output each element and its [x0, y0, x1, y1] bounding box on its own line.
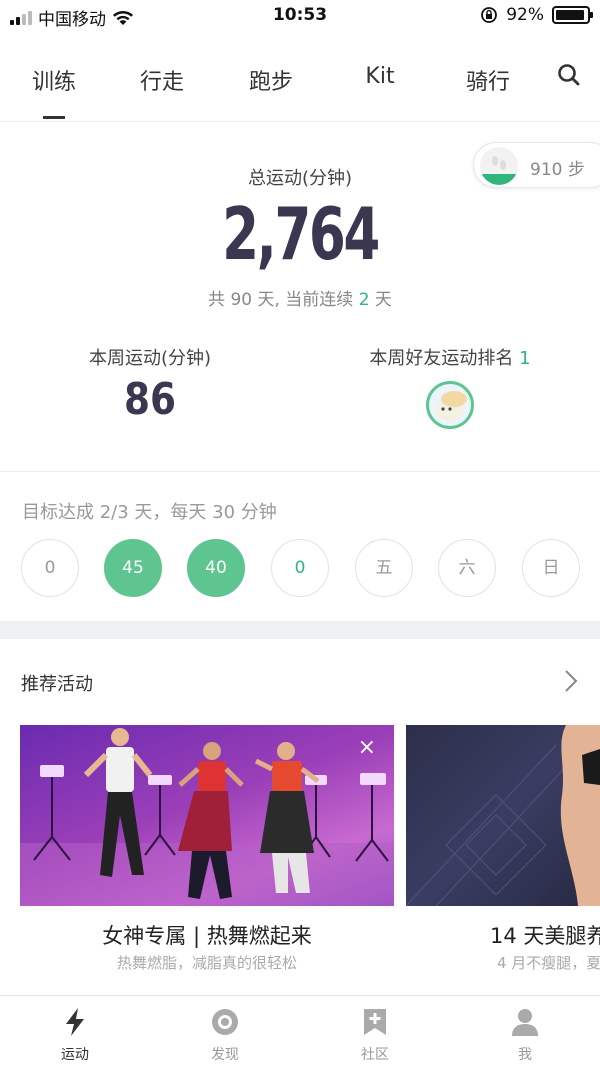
legs-cover-image — [406, 725, 600, 906]
card-title-legs[interactable]: 14 天美腿养 — [490, 920, 600, 950]
tab-indicator — [43, 116, 65, 119]
nav-me-label: 我 — [518, 1047, 532, 1063]
tab-training[interactable]: 训练 — [32, 64, 76, 96]
total-exercise-label: 总运动(分钟) — [247, 168, 353, 189]
days-suffix: 天 — [369, 290, 392, 310]
day-circle-tue[interactable]: 45 — [104, 539, 162, 597]
day-circle-wed[interactable]: 40 — [187, 539, 245, 597]
card-subtitle-legs: 4 月不瘦腿，夏 — [497, 954, 600, 972]
day-circle-fri[interactable]: 五 — [355, 539, 413, 597]
community-icon — [364, 1009, 386, 1035]
tab-kit[interactable]: Kit — [365, 64, 394, 89]
nav-exercise-label: 运动 — [61, 1047, 89, 1063]
nav-community[interactable]: 社区 — [325, 1006, 425, 1064]
day-circle-sun[interactable]: 日 — [522, 539, 580, 597]
battery-percent: 92% — [506, 5, 544, 25]
nav-community-label: 社区 — [361, 1047, 389, 1063]
rank-value: 1 — [519, 348, 531, 369]
profile-icon — [512, 1009, 538, 1036]
activity-card-legs[interactable] — [406, 725, 600, 906]
goal-summary: 目标达成 2/3 天，每天 30 分钟 — [22, 502, 277, 523]
week-exercise-value: 86 — [123, 374, 177, 425]
day-circle-mon[interactable]: 0 — [21, 539, 79, 597]
tab-cycling[interactable]: 骑行 — [466, 64, 510, 96]
rotation-lock-icon — [481, 7, 498, 23]
close-icon[interactable]: × — [358, 737, 376, 759]
status-bar: 中国移动 10:53 92% — [0, 0, 600, 32]
recommend-title: 推荐活动 — [21, 674, 93, 695]
card-title-dance[interactable]: 女神专属 | 热舞燃起来 — [102, 920, 311, 950]
nav-discover-label: 发现 — [211, 1047, 239, 1063]
section-divider — [0, 471, 600, 472]
bottom-nav: 运动 发现 社区 我 — [0, 995, 600, 1067]
chevron-right-icon[interactable] — [564, 668, 578, 694]
card-subtitle-dance: 热舞燃脂，减脂真的很轻松 — [116, 954, 298, 972]
friend-rank-label: 本周好友运动排名 1 — [369, 344, 530, 370]
nav-exercise[interactable]: 运动 — [25, 1006, 125, 1064]
discover-icon — [212, 1009, 238, 1035]
nav-me[interactable]: 我 — [475, 1006, 575, 1064]
day-circle-sat[interactable]: 六 — [438, 539, 496, 597]
friend-avatar[interactable] — [426, 381, 474, 429]
battery-icon — [552, 6, 593, 24]
tab-running[interactable]: 跑步 — [249, 64, 293, 96]
total-days-summary: 共 90 天, 当前连续 2 天 — [0, 285, 600, 310]
dance-cover-image — [20, 728, 394, 906]
nav-discover[interactable]: 发现 — [175, 1006, 275, 1064]
rank-text: 本周好友运动排名 — [369, 348, 520, 369]
tab-walking[interactable]: 行走 — [140, 64, 184, 96]
search-icon[interactable] — [556, 62, 582, 88]
day-circle-thu[interactable]: 0 — [271, 539, 329, 597]
section-separator — [0, 621, 600, 639]
week-exercise-label: 本周运动(分钟) — [88, 348, 212, 369]
total-exercise-value: 2,764 — [222, 192, 380, 276]
top-tabs: 训练 行走 跑步 Kit 骑行 — [0, 50, 600, 122]
activity-card-dance[interactable]: × — [20, 725, 394, 906]
lightning-icon — [66, 1008, 84, 1036]
days-prefix: 共 90 天, 当前连续 — [208, 290, 359, 310]
streak-days: 2 — [358, 290, 370, 310]
